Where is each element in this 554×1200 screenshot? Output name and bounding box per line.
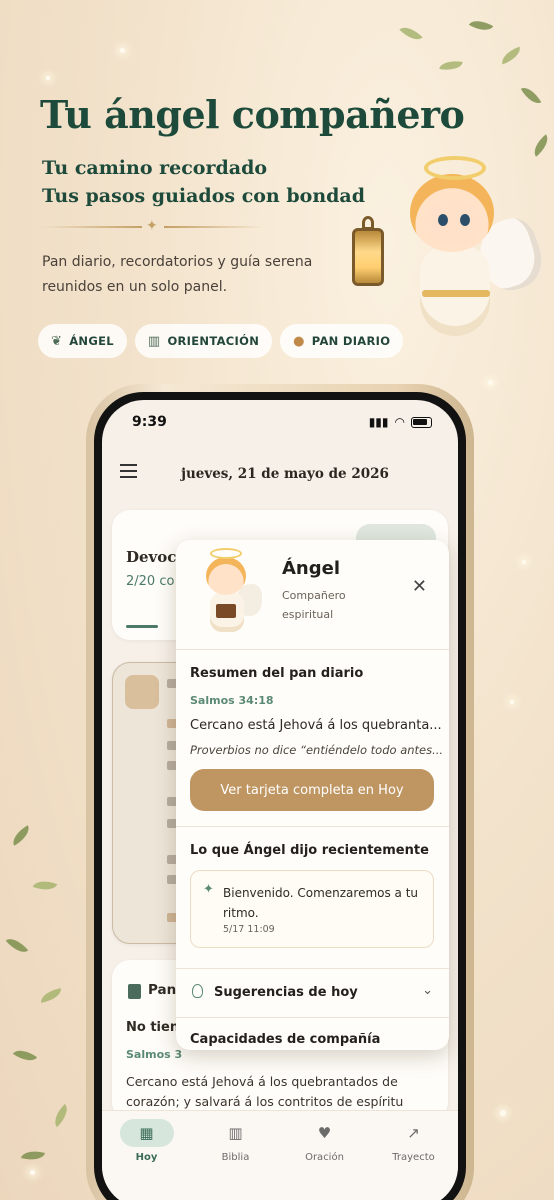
bread-box-icon <box>125 675 159 709</box>
chip-label: ÁNGEL <box>69 334 114 348</box>
phone-mockup: 9:39 ▮▮▮ ◠ jueves, 21 de mayo de 2026 De… <box>86 384 474 1200</box>
panel-header: Ángel Compañero espiritual ✕ <box>176 540 449 650</box>
angel-icon: ❦ <box>51 333 63 349</box>
sparkle-decoration <box>522 560 526 564</box>
hero-title: Tu ángel compañero <box>40 92 465 137</box>
recent-message-time: 5/17 11:09 <box>223 924 275 935</box>
app-screen: 9:39 ▮▮▮ ◠ jueves, 21 de mayo de 2026 De… <box>102 400 458 1200</box>
chevron-down-icon: ⌄ <box>422 983 433 998</box>
tab-biblia[interactable]: ▥ Biblia <box>201 1119 271 1200</box>
capabilities-section-title: Capacidades de compañía <box>190 1032 381 1047</box>
book-icon: ▥ <box>147 333 161 349</box>
current-date: jueves, 21 de mayo de 2026 <box>181 466 389 482</box>
panel-angel-role: Compañero espiritual <box>282 589 346 621</box>
summary-quote: Proverbios no dice “entiéndelo todo ante… <box>190 743 444 757</box>
menu-icon[interactable] <box>120 464 137 478</box>
view-full-card-button[interactable]: Ver tarjeta completa en Hoy <box>190 769 434 811</box>
angel-illustration <box>352 150 550 365</box>
pan-card-title: Pan <box>148 982 177 998</box>
app-header: jueves, 21 de mayo de 2026 <box>102 456 458 492</box>
panel-angel-name: Ángel <box>282 558 341 579</box>
wifi-icon: ◠ <box>394 415 405 429</box>
hero-subtitle-line1: Tu camino recordado <box>42 157 268 179</box>
feature-chips: ❦ ÁNGEL ▥ ORIENTACIÓN ● PAN DIARIO <box>38 324 404 358</box>
trend-icon: ↗ <box>407 1124 420 1142</box>
chip-angel: ❦ ÁNGEL <box>38 324 127 358</box>
devotional-progress-bar <box>126 625 158 628</box>
recent-message-card: ✦ Bienvenido. Comenzaremos a tu ritmo. 5… <box>190 870 434 948</box>
suggestions-label: Sugerencias de hoy <box>214 985 358 1000</box>
hero-subtitle-line2: Tus pasos guiados con bondad <box>42 185 366 207</box>
tab-oracion[interactable]: ♥ Oración <box>290 1119 360 1200</box>
sparkle-decoration <box>500 1110 506 1116</box>
pan-card-verse: Cercano está Jehová á los quebrantados d… <box>126 1074 404 1109</box>
tab-label: Hoy <box>135 1152 158 1163</box>
tab-label: Oración <box>305 1152 344 1163</box>
tab-label: Trayecto <box>392 1152 435 1163</box>
suggestions-accordion[interactable]: Sugerencias de hoy ⌄ <box>176 970 449 1016</box>
tab-hoy[interactable]: ▦ Hoy <box>112 1119 182 1200</box>
hero-description: Pan diario, recordatorios y guía serena … <box>42 254 313 295</box>
hero-subtitle: Tu camino recordado Tus pasos guiados co… <box>42 154 365 210</box>
summary-verse-reference: Salmos 34:18 <box>190 694 274 707</box>
sparkle-decoration <box>510 700 514 704</box>
angel-avatar <box>190 548 262 638</box>
lantern-icon <box>352 228 384 286</box>
devotional-title: Devoci <box>126 548 183 566</box>
sparkle-decoration <box>46 76 50 80</box>
bread-icon: ● <box>293 333 305 349</box>
chip-orientacion: ▥ ORIENTACIÓN <box>134 324 273 358</box>
bible-icon: ▥ <box>228 1124 243 1142</box>
ornament-divider: ✦ <box>42 218 264 234</box>
lightbulb-icon <box>192 984 203 998</box>
status-bar: 9:39 ▮▮▮ ◠ <box>102 400 458 444</box>
summary-verse-text: Cercano está Jehová á los quebranta... <box>190 718 442 733</box>
tab-trayecto[interactable]: ↗ Trayecto <box>379 1119 449 1200</box>
calendar-icon: ▦ <box>119 1119 174 1147</box>
close-button[interactable]: ✕ <box>412 576 427 597</box>
recent-message-text: Bienvenido. Comenzaremos a tu ritmo. <box>223 886 419 920</box>
angel-companion-panel: Ángel Compañero espiritual ✕ Resumen del… <box>176 540 449 1050</box>
bottom-tab-bar: ▦ Hoy ▥ Biblia ♥ Oración ↗ Trayecto <box>102 1110 458 1200</box>
devotional-progress-count: 2/20 co <box>126 574 175 589</box>
pan-card-reference: Salmos 3 <box>126 1048 183 1061</box>
sparkle-decoration <box>488 380 493 385</box>
battery-icon <box>411 416 432 428</box>
chip-label: ORIENTACIÓN <box>167 334 260 348</box>
status-time: 9:39 <box>132 414 167 430</box>
sparkle-decoration <box>120 48 125 53</box>
signal-icon: ▮▮▮ <box>368 415 389 429</box>
book-icon <box>128 984 141 999</box>
sparkle-decoration <box>30 1170 35 1175</box>
summary-section-title: Resumen del pan diario <box>190 666 364 681</box>
sparkle-icon: ✦ <box>203 882 214 897</box>
recent-messages-title: Lo que Ángel dijo recientemente <box>190 843 429 858</box>
heart-icon: ♥ <box>317 1124 332 1142</box>
tab-label: Biblia <box>221 1152 250 1163</box>
